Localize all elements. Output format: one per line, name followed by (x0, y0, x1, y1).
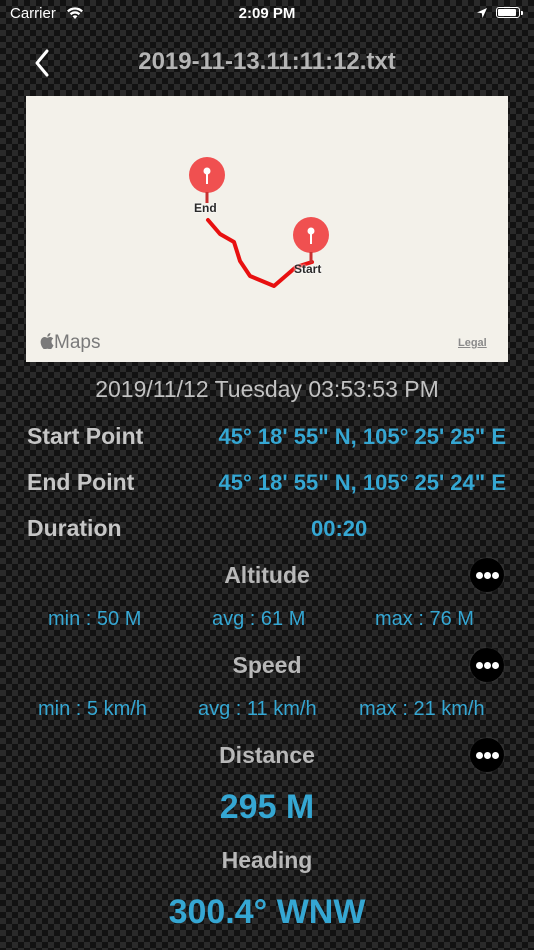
end-pin-icon[interactable] (188, 156, 226, 206)
speed-avg: avg : 11 km/h (198, 698, 317, 720)
altitude-avg: avg : 61 M (212, 608, 306, 630)
end-point-label: End Point (27, 469, 135, 495)
apple-logo-icon (40, 333, 54, 350)
start-pin-label: Start (294, 262, 322, 276)
heading-title: Heading (221, 847, 313, 873)
route-line (206, 218, 314, 288)
duration-label: Duration (27, 515, 122, 541)
start-point-value: 45° 18' 55" N, 105° 25' 25" E (218, 424, 506, 449)
end-pin-label: End (194, 201, 217, 215)
start-pin-icon[interactable] (292, 216, 330, 266)
altitude-title: Altitude (224, 562, 310, 588)
location-arrow-icon (477, 8, 487, 18)
distance-title: Distance (219, 742, 315, 768)
speed-max: max : 21 km/h (359, 698, 485, 720)
altitude-more-button[interactable] (470, 558, 504, 592)
altitude-min: min : 50 M (48, 608, 142, 630)
route-map[interactable]: End Start Maps Legal (26, 96, 508, 362)
speed-more-button[interactable] (470, 648, 504, 682)
recording-datetime: 2019/11/12 Tuesday 03:53:53 PM (95, 376, 439, 402)
altitude-max: max : 76 M (375, 608, 474, 630)
end-point-value: 45° 18' 55" N, 105° 25' 24" E (218, 470, 506, 495)
heading-value: 300.4° WNW (168, 893, 366, 931)
maps-logo: Maps (40, 332, 100, 354)
speed-title: Speed (232, 652, 302, 678)
distance-value: 295 M (219, 788, 315, 826)
status-time: 2:09 PM (238, 5, 296, 22)
start-point-label: Start Point (27, 423, 144, 449)
duration-value: 00:20 (311, 516, 368, 541)
distance-more-button[interactable] (470, 738, 504, 772)
speed-min: min : 5 km/h (38, 698, 147, 720)
legal-link[interactable]: Legal (458, 337, 487, 349)
maps-logo-text: Maps (54, 332, 101, 353)
page-title: 2019-11-13.11:11:12.txt (138, 48, 396, 75)
battery-icon (496, 7, 523, 18)
